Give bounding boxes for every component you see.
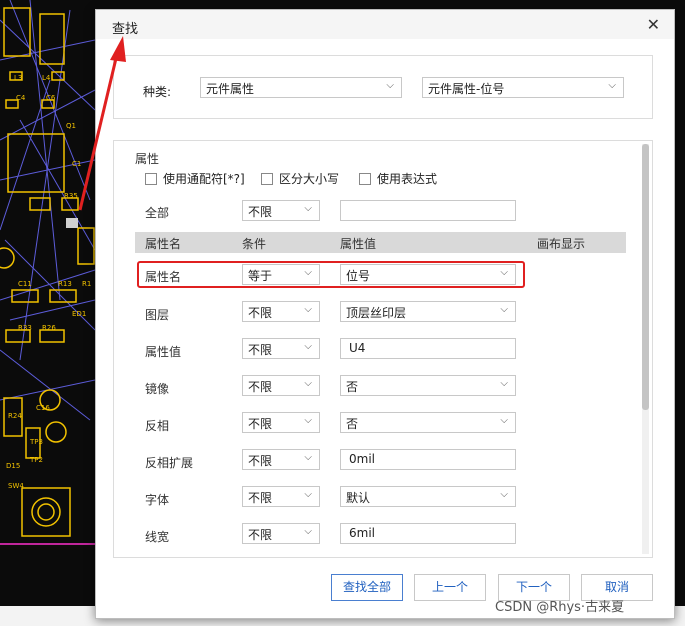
chevron-down-icon: ⌵ [304,526,312,537]
svg-text:Q1: Q1 [66,122,76,130]
row-label: 镜像 [145,382,170,396]
row-condition-select[interactable]: 不限 ⌵ [242,486,320,507]
header-name: 属性名 [145,237,182,251]
chevron-down-icon: ⌵ [304,452,312,463]
subtype-select[interactable]: 元件属性-位号 ⌵ [422,77,624,98]
header-value: 属性值 [340,237,377,251]
row-label: 字体 [145,493,170,507]
svg-text:L3: L3 [14,74,22,82]
svg-text:C1: C1 [72,160,81,168]
header-canvas: 画布显示 [537,237,586,251]
svg-text:D15: D15 [6,462,20,470]
scrollbar[interactable] [642,144,649,554]
chevron-down-icon: ⌵ [500,304,508,315]
chevron-down-icon: ⌵ [304,489,312,500]
svg-text:R24: R24 [8,412,22,420]
checkbox-icon[interactable] [261,172,273,185]
row-label: 反相 [145,419,170,433]
svg-text:R26: R26 [42,324,56,332]
find-all-button[interactable]: 查找全部 [331,574,403,601]
case-sensitive-checkbox[interactable]: 区分大小写 [261,170,339,187]
row-condition-select[interactable]: 不限 ⌵ [242,412,320,433]
chevron-down-icon: ⌵ [500,489,508,500]
row-value-select[interactable]: 否 ⌵ [340,375,516,396]
close-icon[interactable]: ✕ [647,15,660,34]
row-label: 图层 [145,308,170,322]
svg-text:C6: C6 [46,94,56,102]
expression-checkbox[interactable]: 使用表达式 [359,170,437,187]
chevron-down-icon: ⌵ [500,378,508,389]
row-condition-select[interactable]: 不限 ⌵ [242,338,320,359]
property-panel: 属性 使用通配符[*?] 区分大小写 使用表达式 全部 不限 ⌵ 属性名 条件 属… [113,140,653,558]
chevron-down-icon: ⌵ [386,80,394,91]
highlight-box [137,261,525,288]
svg-text:L4: L4 [42,74,51,82]
svg-text:C16: C16 [36,404,50,412]
svg-text:R35: R35 [64,192,78,200]
row-value-select[interactable]: 否 ⌵ [340,412,516,433]
checkbox-icon[interactable] [359,172,371,185]
all-label: 全部 [145,206,170,220]
dialog-titlebar[interactable]: 查找 ✕ [96,10,674,39]
chevron-down-icon: ⌵ [500,415,508,426]
svg-text:C4: C4 [16,94,26,102]
row-value-input[interactable]: 6mil [340,523,516,544]
chevron-down-icon: ⌵ [304,415,312,426]
row-condition-select[interactable]: 不限 ⌵ [242,375,320,396]
type-label: 种类: [143,85,172,99]
scroll-thumb[interactable] [642,144,649,410]
header-condition: 条件 [242,237,267,251]
row-value-select[interactable]: 顶层丝印层 ⌵ [340,301,516,322]
section-title: 属性 [135,152,160,166]
svg-text:R13: R13 [58,280,72,288]
chevron-down-icon: ⌵ [304,304,312,315]
row-value-input[interactable]: U4 [340,338,516,359]
row-condition-select[interactable]: 不限 ⌵ [242,449,320,470]
type-select[interactable]: 元件属性 ⌵ [200,77,402,98]
find-dialog: 查找 ✕ 种类: 元件属性 ⌵ 元件属性-位号 ⌵ 属性 使用通配符[*?] 区分大… [95,9,675,619]
checkbox-icon[interactable] [145,172,157,185]
chevron-down-icon: ⌵ [608,80,616,91]
svg-text:TP2: TP2 [29,456,43,464]
svg-text:SW4: SW4 [8,482,24,490]
chevron-down-icon: ⌵ [304,203,312,214]
svg-text:R1: R1 [82,280,91,288]
dialog-title: 查找 [112,22,139,37]
all-condition-select[interactable]: 不限 ⌵ [242,200,320,221]
watermark: CSDN @Rhys·古来夏 [495,600,625,615]
row-label: 反相扩展 [145,456,194,470]
prev-button[interactable]: 上一个 [414,574,486,601]
all-value-input[interactable] [340,200,516,221]
row-value-select[interactable]: 默认 ⌵ [340,486,516,507]
row-condition-select[interactable]: 不限 ⌵ [242,523,320,544]
table-header: 属性名 条件 属性值 画布显示 [135,232,626,253]
svg-text:R33: R33 [18,324,32,332]
svg-text:C11: C11 [18,280,32,288]
type-panel: 种类: 元件属性 ⌵ 元件属性-位号 ⌵ [113,55,653,119]
wildcard-checkbox[interactable]: 使用通配符[*?] [145,170,245,187]
row-value-input[interactable]: 0mil [340,449,516,470]
row-condition-select[interactable]: 不限 ⌵ [242,301,320,322]
chevron-down-icon: ⌵ [304,341,312,352]
row-label: 属性值 [145,345,182,359]
svg-text:ED1: ED1 [72,310,86,318]
svg-text:TP3: TP3 [29,438,43,446]
chevron-down-icon: ⌵ [304,378,312,389]
row-label: 线宽 [145,530,170,544]
